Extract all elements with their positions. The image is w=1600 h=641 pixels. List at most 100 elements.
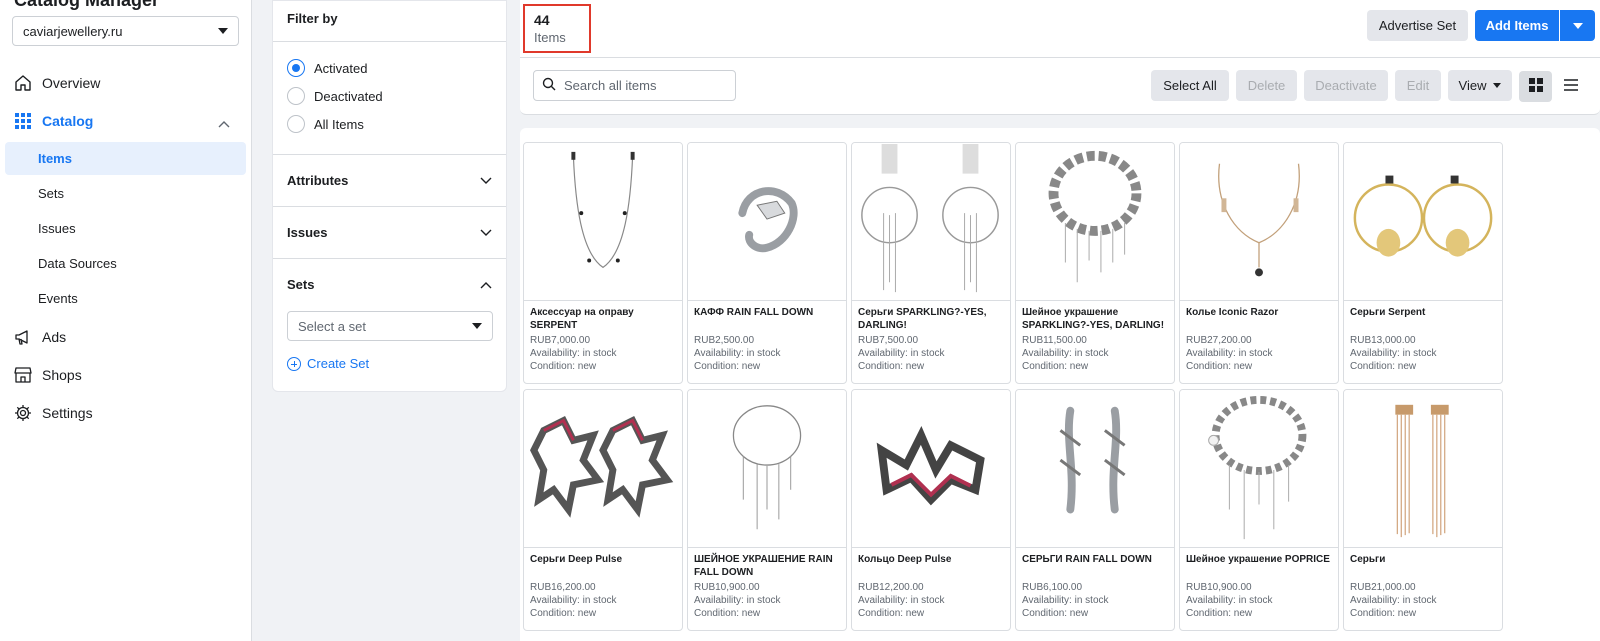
add-items-dropdown-button[interactable] — [1560, 10, 1595, 41]
product-image — [1344, 143, 1502, 301]
product-price: RUB13,000.00 — [1350, 335, 1416, 346]
items-grid: Аксессуар на оправу SERPENT RUB7,000.00 Av… — [520, 128, 1600, 641]
product-image — [688, 143, 846, 301]
product-price: RUB11,500.00 — [1022, 335, 1087, 346]
filter-section-issues[interactable]: Issues — [273, 207, 506, 257]
product-availability: Availability: in stock — [530, 595, 617, 606]
product-image — [524, 143, 682, 301]
list-view-toggle[interactable] — [1554, 71, 1587, 102]
radio-button[interactable] — [287, 115, 305, 133]
radio-button[interactable] — [287, 87, 305, 105]
radio-button[interactable] — [287, 59, 305, 77]
radio-deactivated[interactable]: Deactivated — [287, 87, 383, 105]
search-input[interactable] — [564, 78, 724, 93]
filter-title: Filter by — [287, 11, 338, 26]
grid-icon — [12, 110, 34, 132]
product-price: RUB16,200.00 — [530, 582, 596, 593]
set-select[interactable]: Select a set — [287, 311, 493, 341]
product-condition: Condition: new — [530, 361, 597, 372]
chevron-up-icon[interactable] — [218, 115, 230, 131]
product-availability: Availability: in stock — [694, 595, 781, 606]
product-name: КАФФ RAIN FALL DOWN — [694, 307, 814, 318]
product-availability: Availability: in stock — [1350, 595, 1437, 606]
product-availability: Availability: in stock — [1186, 348, 1273, 359]
select-all-button[interactable]: Select All — [1151, 70, 1229, 101]
sidebar: Catalog Manager caviarjewellery.ru Overv… — [0, 0, 252, 641]
sidebar-item-events[interactable]: Events — [5, 282, 246, 315]
app-title: Catalog Manager — [14, 0, 160, 10]
sidebar-item-issues[interactable]: Issues — [5, 212, 246, 245]
nav-settings[interactable]: Settings — [0, 396, 252, 430]
product-card[interactable]: ШЕЙНОЕ УКРАШЕНИЕ RAIN FALL DOWN RUB10,900… — [687, 389, 847, 631]
domain-select[interactable]: caviarjewellery.ru — [12, 16, 239, 46]
product-card[interactable]: Колье Iconic Razor RUB27,200.00 Availabili… — [1179, 142, 1339, 384]
product-card[interactable]: Серьги Serpent RUB13,000.00 Availability: … — [1343, 142, 1503, 384]
set-select-placeholder: Select a set — [298, 318, 366, 334]
view-label: View — [1458, 78, 1487, 93]
product-image — [1016, 390, 1174, 548]
product-name: Серьги — [1350, 554, 1386, 565]
nav-label: Overview — [42, 75, 101, 91]
product-image — [688, 390, 846, 548]
filter-panel: Filter by Activated Deactivated All Item… — [272, 0, 507, 392]
product-card[interactable]: Аксессуар на оправу SERPENT RUB7,000.00 Av… — [523, 142, 683, 384]
product-price: RUB2,500.00 — [694, 335, 755, 346]
product-price: RUB10,900.00 — [694, 582, 760, 593]
caret-down-icon — [472, 323, 482, 329]
grid-view-toggle[interactable] — [1519, 71, 1552, 102]
product-condition: Condition: new — [1022, 608, 1089, 619]
radio-label: All Items — [314, 116, 364, 132]
item-count-label: Items — [534, 30, 566, 45]
product-card[interactable]: Серьги SPARKLING?-YES, DARLING! RUB7,500.… — [851, 142, 1011, 384]
sidebar-item-data-sources[interactable]: Data Sources — [5, 247, 246, 280]
nav-catalog[interactable]: Catalog — [0, 104, 252, 138]
product-card[interactable]: Серьги RUB21,000.00 Availability: in stock… — [1343, 389, 1503, 631]
product-condition: Condition: new — [1350, 361, 1417, 372]
product-image — [1016, 143, 1174, 301]
edit-button[interactable]: Edit — [1395, 70, 1441, 101]
product-price: RUB10,900.00 — [1186, 582, 1252, 593]
product-card[interactable]: Кольцо Deep Pulse RUB12,200.00 Availabilit… — [851, 389, 1011, 631]
product-price: RUB7,500.00 — [858, 335, 919, 346]
view-dropdown[interactable]: View — [1448, 70, 1512, 101]
product-card[interactable]: Серьги Deep Pulse RUB16,200.00 Availabilit… — [523, 389, 683, 631]
filter-section-attributes[interactable]: Attributes — [273, 155, 506, 205]
product-condition: Condition: new — [858, 361, 925, 372]
nav-ads[interactable]: Ads — [0, 320, 252, 354]
search-box[interactable] — [533, 70, 736, 101]
product-condition: Condition: new — [1350, 608, 1417, 619]
product-card[interactable]: КАФФ RAIN FALL DOWN RUB2,500.00 Availabili… — [687, 142, 847, 384]
delete-button[interactable]: Delete — [1236, 70, 1297, 101]
deactivate-button[interactable]: Deactivate — [1304, 70, 1388, 101]
product-card[interactable]: СЕРЬГИ RAIN FALL DOWN RUB6,100.00 Availabi… — [1015, 389, 1175, 631]
advertise-set-button[interactable]: Advertise Set — [1367, 10, 1468, 41]
product-availability: Availability: in stock — [858, 348, 945, 359]
product-card[interactable]: Шейное украшение POPRICE RUB10,900.00 Avai… — [1179, 389, 1339, 631]
sidebar-item-sets[interactable]: Sets — [5, 177, 246, 210]
nav-shops[interactable]: Shops — [0, 358, 252, 392]
caret-down-icon — [1493, 83, 1502, 88]
product-name: Шейное украшение POPRICE — [1186, 554, 1330, 565]
plus-circle-icon — [287, 356, 301, 371]
nav-label: Ads — [42, 329, 67, 345]
product-card[interactable]: Шейное украшение SPARKLING?-YES, DARLING… — [1015, 142, 1175, 384]
storefront-icon — [12, 364, 34, 386]
radio-label: Deactivated — [314, 88, 383, 104]
product-condition: Condition: new — [1022, 361, 1089, 372]
product-availability: Availability: in stock — [694, 348, 781, 359]
sidebar-item-items[interactable]: Items — [5, 142, 246, 175]
nav-overview[interactable]: Overview — [0, 66, 252, 100]
product-image — [524, 390, 682, 548]
add-items-button[interactable]: Add Items — [1475, 10, 1559, 41]
item-count: 44 — [534, 12, 550, 28]
radio-activated[interactable]: Activated — [287, 59, 367, 77]
product-availability: Availability: in stock — [858, 595, 945, 606]
radio-all-items[interactable]: All Items — [287, 115, 364, 133]
filter-section-sets[interactable]: Sets — [273, 259, 506, 309]
create-set-link[interactable]: Create Set — [287, 356, 369, 371]
product-condition: Condition: new — [1186, 361, 1253, 372]
nav-label: Catalog — [42, 113, 94, 129]
create-set-label: Create Set — [307, 356, 370, 371]
search-icon — [542, 77, 556, 94]
list-view-icon — [1563, 79, 1578, 94]
